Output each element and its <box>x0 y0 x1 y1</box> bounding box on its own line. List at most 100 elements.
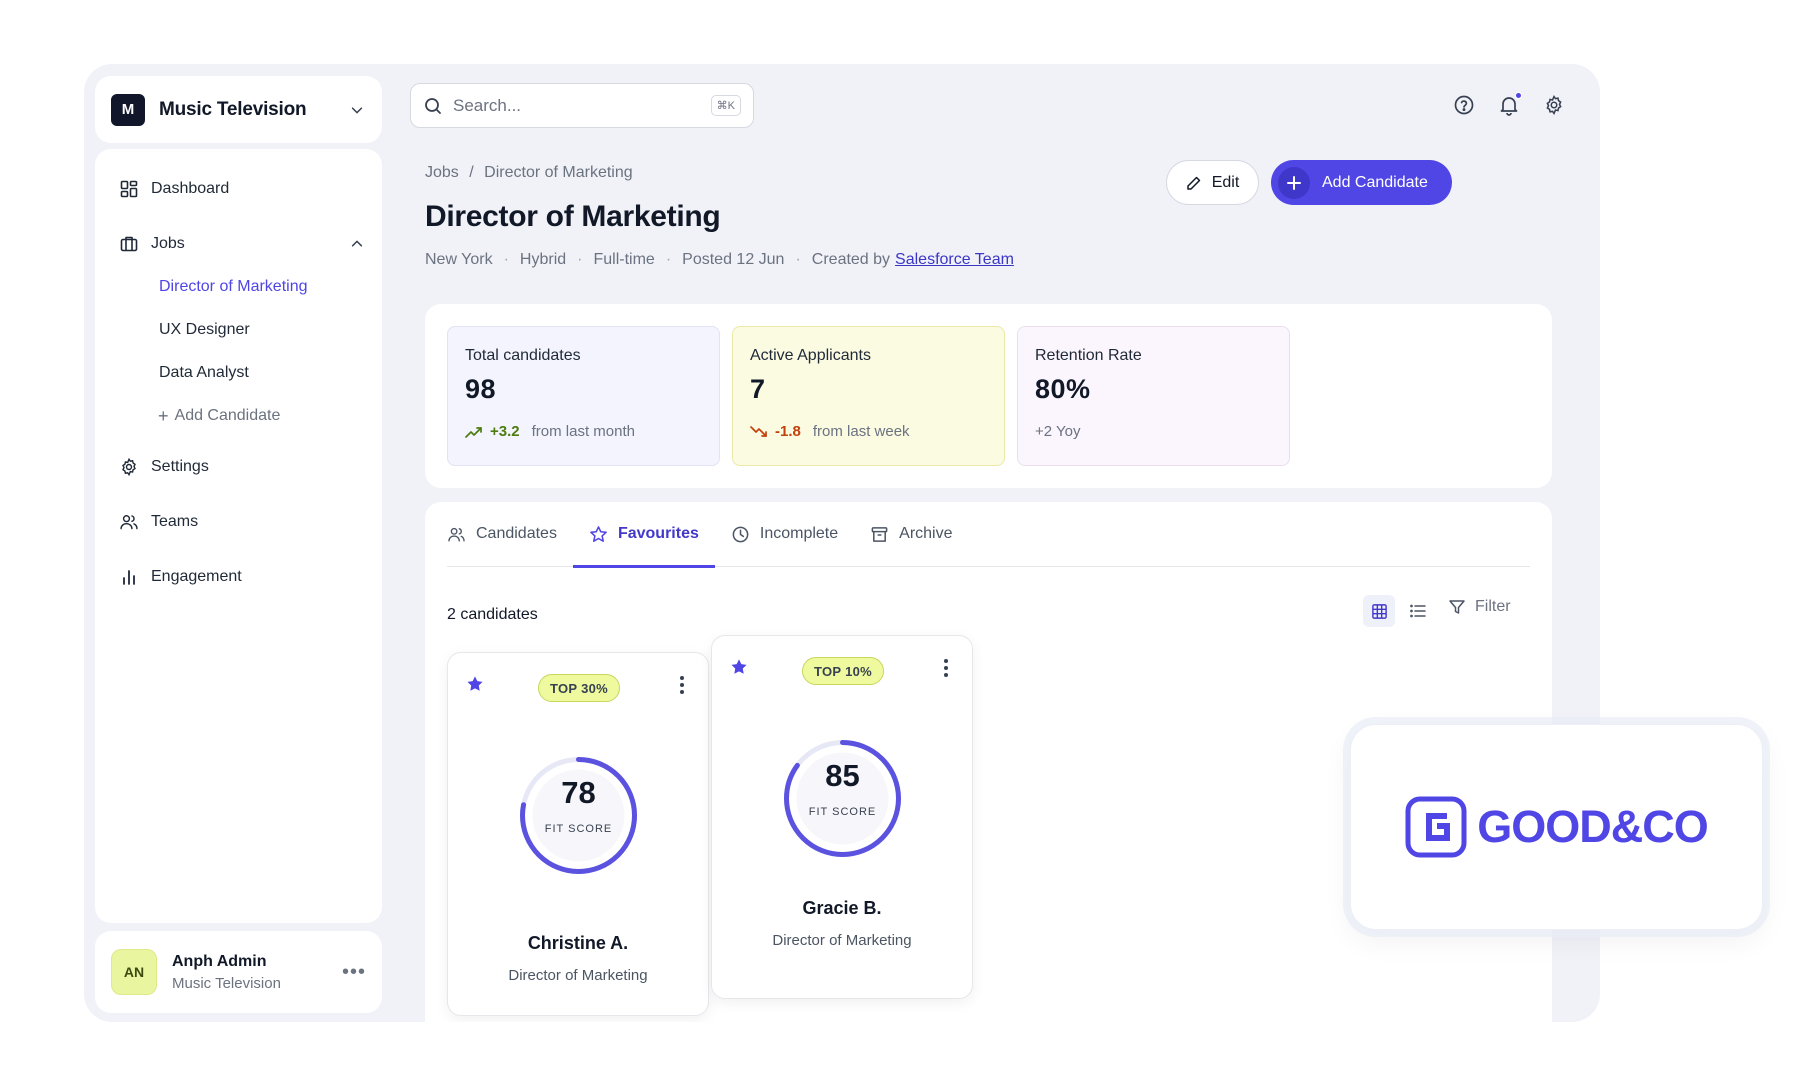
edit-button[interactable]: Edit <box>1166 160 1259 205</box>
settings-icon[interactable] <box>1543 94 1565 116</box>
notification-dot <box>1515 92 1522 99</box>
more-vertical-icon[interactable] <box>936 656 956 680</box>
add-candidate-button[interactable]: Add Candidate <box>1271 160 1452 205</box>
stat-delta: +2 Yoy <box>1035 423 1272 440</box>
sidebar-item-jobs[interactable]: Jobs <box>95 226 382 262</box>
stat-label: Active Applicants <box>750 347 871 364</box>
star-filled-icon[interactable] <box>730 658 748 676</box>
fit-score-ring: 78 FIT SCORE <box>516 753 641 878</box>
stat-label: Retention Rate <box>1035 347 1142 364</box>
user-org: Music Television <box>172 974 281 992</box>
bell-icon[interactable] <box>1498 92 1522 116</box>
org-switcher[interactable]: M Music Television <box>95 76 382 143</box>
plus-icon <box>1278 166 1310 199</box>
sidebar-item-label: Dashboard <box>151 180 230 197</box>
search-input[interactable]: Search... ⌘K <box>410 83 754 128</box>
breadcrumb-separator: / <box>469 164 474 181</box>
avatar: AN <box>111 949 157 995</box>
sidebar-add-candidate[interactable]: + Add Candidate <box>95 402 382 430</box>
briefcase-icon <box>120 236 138 252</box>
filter-button[interactable]: Filter <box>1448 598 1511 616</box>
job-posted: Posted 12 Jun <box>682 251 785 268</box>
sidebar-item-dashboard[interactable]: Dashboard <box>95 171 382 207</box>
sidebar-item-teams[interactable]: Teams <box>95 504 382 540</box>
archive-icon <box>871 526 888 542</box>
pencil-icon <box>1186 176 1200 190</box>
fit-score-value: 78 <box>561 775 596 810</box>
plus-icon: + <box>158 405 169 426</box>
more-horizontal-icon[interactable]: ••• <box>342 961 366 984</box>
candidate-name: Gracie B. <box>802 898 882 918</box>
org-name: Music Television <box>159 98 307 120</box>
tab-favourites[interactable]: Favourites <box>572 502 715 568</box>
filter-label: Filter <box>1475 598 1511 615</box>
brand-wordmark: GOOD&CO <box>1477 801 1709 852</box>
breadcrumb: Jobs / Director of Marketing <box>425 164 633 182</box>
fit-score-label: FIT SCORE <box>808 806 877 818</box>
job-created-by-link[interactable]: Salesforce Team <box>895 251 1014 269</box>
stat-delta-text: from last month <box>531 423 635 440</box>
job-meta: New York · Hybrid · Full-time · Posted 12 J… <box>425 251 1014 269</box>
dashboard-icon <box>120 180 138 198</box>
help-icon[interactable] <box>1453 94 1475 116</box>
sidebar-subitem-director-of-marketing[interactable]: Director of Marketing <box>95 273 382 301</box>
brand-logo-card: GOOD&CO <box>1350 724 1763 930</box>
star-filled-icon[interactable] <box>466 675 484 693</box>
chevron-up-icon[interactable] <box>350 237 364 251</box>
breadcrumb-jobs[interactable]: Jobs <box>425 164 459 181</box>
stat-delta: -1.8 from last week <box>750 423 987 440</box>
sidebar-subitem-data-analyst[interactable]: Data Analyst <box>95 359 382 387</box>
job-location: New York <box>425 251 493 268</box>
fit-score-ring: 85 FIT SCORE <box>780 736 905 861</box>
trend-up-icon <box>465 426 482 438</box>
edit-button-label: Edit <box>1211 173 1240 191</box>
user-info: Anph Admin Music Television <box>172 953 342 992</box>
list-view-button[interactable] <box>1402 595 1434 627</box>
candidate-count: 2 candidates <box>447 606 538 623</box>
add-candidate-label: Add Candidate <box>1322 173 1428 191</box>
grid-view-button[interactable] <box>1363 595 1395 627</box>
filter-icon <box>1449 600 1465 614</box>
job-created-by-label: Created by <box>811 251 891 268</box>
candidate-card[interactable]: TOP 10% 85 FIT SCORE Gracie B. Director … <box>711 635 973 999</box>
bar-chart-icon <box>123 570 135 585</box>
candidate-role: Director of Marketing <box>772 932 912 949</box>
job-mode: Hybrid <box>519 251 567 268</box>
sidebar-item-settings[interactable]: Settings <box>95 449 382 485</box>
fit-score-label: FIT SCORE <box>544 823 613 835</box>
percentile-badge: TOP 30% <box>538 674 620 702</box>
candidate-name: Christine A. <box>527 933 629 953</box>
stats-panel: Total candidates 98 +3.2 from last month… <box>425 304 1552 488</box>
job-type: Full-time <box>593 251 655 268</box>
users-icon <box>448 527 465 542</box>
gear-icon <box>122 457 136 477</box>
stat-delta-value: +3.2 <box>490 423 520 440</box>
tab-label: Incomplete <box>759 525 839 542</box>
tab-candidates[interactable]: Candidates <box>447 502 557 566</box>
grid-icon <box>1371 603 1387 619</box>
more-vertical-icon[interactable] <box>672 673 692 697</box>
tab-incomplete[interactable]: Incomplete <box>731 502 838 566</box>
stat-retention-rate: Retention Rate 80% +2 Yoy <box>1017 326 1290 466</box>
sidebar-item-engagement[interactable]: Engagement <box>95 559 382 595</box>
stat-active-applicants: Active Applicants 7 -1.8 from last week <box>732 326 1005 466</box>
stat-value: 7 <box>750 374 766 404</box>
search-icon <box>425 97 441 114</box>
clock-icon <box>732 526 749 542</box>
tab-label: Candidates <box>476 525 557 542</box>
tab-archive[interactable]: Archive <box>870 502 953 566</box>
stat-delta-text: from last week <box>812 423 910 440</box>
users-icon <box>120 515 138 530</box>
sidebar-item-label: Settings <box>151 458 209 475</box>
trend-down-icon <box>750 425 767 437</box>
breadcrumb-current: Director of Marketing <box>484 164 633 181</box>
search-placeholder: Search... <box>453 95 522 115</box>
candidate-card[interactable]: TOP 30% 78 FIT SCORE Christine A. Direct… <box>447 652 709 1016</box>
fit-score-value: 85 <box>825 758 860 793</box>
sidebar-item-label: Teams <box>151 513 199 530</box>
user-profile[interactable]: AN Anph Admin Music Television ••• <box>95 931 382 1013</box>
star-icon <box>590 525 607 542</box>
stat-label: Total candidates <box>465 347 581 364</box>
stat-delta: +3.2 from last month <box>465 423 702 440</box>
sidebar-subitem-ux-designer[interactable]: UX Designer <box>95 316 382 344</box>
